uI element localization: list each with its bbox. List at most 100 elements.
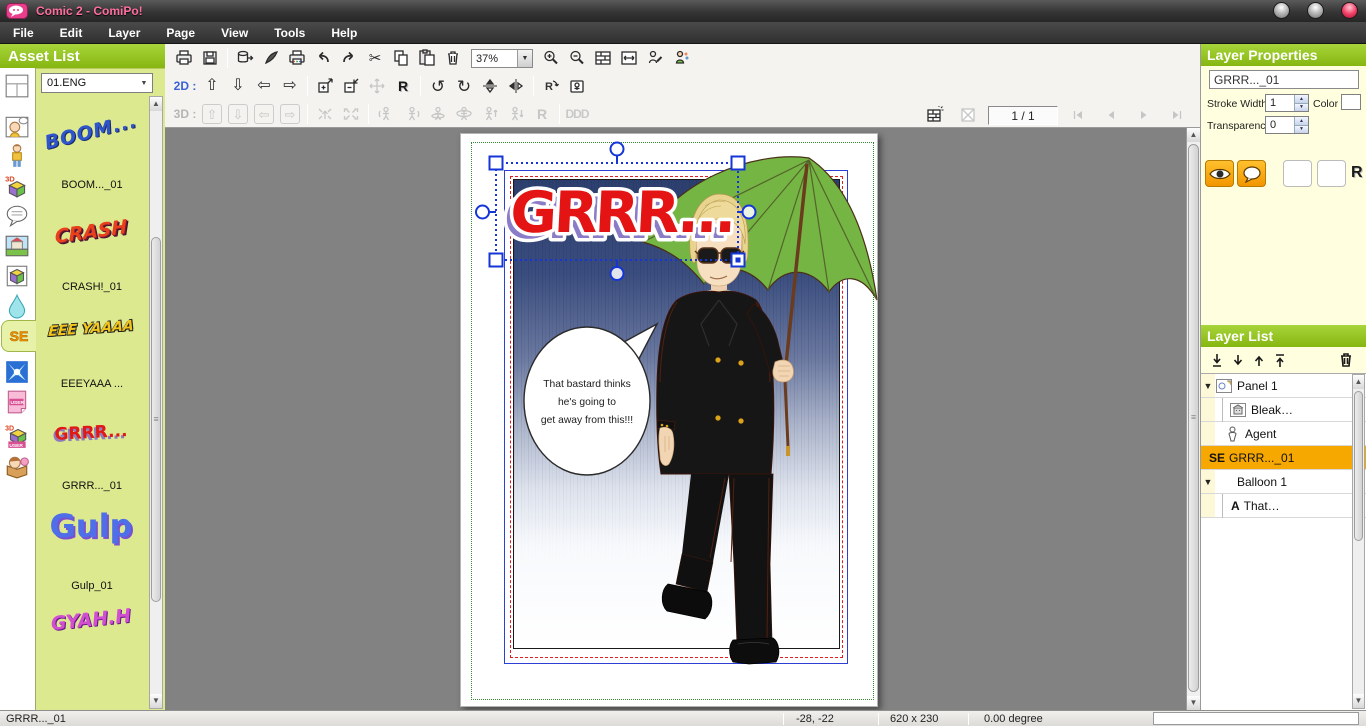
canvas-vertical-scrollbar[interactable]: ▲ ≡ ▼ [1186,128,1200,710]
scroll-thumb[interactable]: ≡ [1188,144,1199,692]
scroll-up-icon[interactable]: ▲ [1353,375,1364,389]
spin-down-icon[interactable]: ▼ [1295,104,1308,112]
scroll-down-icon[interactable]: ▼ [150,694,162,708]
move-up-2d-button[interactable]: ⇧ [199,74,225,98]
transparency-spin-buttons[interactable]: ▲▼ [1294,117,1308,133]
tab-sound-effect[interactable]: SE [1,320,36,352]
tab-effect-drop[interactable] [2,292,32,320]
menu-help[interactable]: Help [318,22,370,44]
pose-turn-button[interactable] [425,102,451,126]
move-left-2d-button[interactable]: ⇦ [251,74,277,98]
move-left-3d-button[interactable]: ⇦ [254,104,274,124]
resize-handle-topleft[interactable] [490,157,503,170]
pose-rotate-right-button[interactable] [399,102,425,126]
layer-list-scrollbar[interactable]: ▲ ▼ [1352,374,1365,709]
asset-label-boom[interactable]: BOOM..._01 [36,179,148,191]
scale-down-3d-button[interactable] [338,102,364,126]
select-tool-button[interactable] [258,46,284,70]
flip-vertical-button[interactable] [477,74,503,98]
menu-page[interactable]: Page [153,22,208,44]
export-button[interactable] [232,46,258,70]
rotate-handle-top[interactable] [611,143,624,156]
layer-row-bleak[interactable]: Bleak… [1201,398,1366,422]
spin-down-icon[interactable]: ▼ [1295,126,1308,134]
menu-tools[interactable]: Tools [261,22,318,44]
prev-page-button[interactable] [1098,103,1124,127]
character-color-button[interactable] [668,46,694,70]
scroll-down-icon[interactable]: ▼ [1353,694,1364,708]
scroll-thumb[interactable]: ≡ [151,237,161,602]
fit-width-button[interactable] [616,46,642,70]
add-page-button[interactable] [922,103,948,127]
resize-handle-topright[interactable] [732,157,745,170]
tab-user-2d[interactable]: USER [2,388,32,416]
onion-skin-button[interactable]: DDD [564,102,590,126]
layer-name-field[interactable]: GRRR..._01 [1209,70,1359,89]
pose-lower-button[interactable] [503,102,529,126]
expand-icon[interactable]: ▼ [1201,477,1215,487]
stroke-width-stepper[interactable]: 1 ▲▼ [1265,94,1309,112]
character-edit-button[interactable] [642,46,668,70]
rotate-ccw-button[interactable]: ↺ [425,74,451,98]
tab-item[interactable] [2,262,32,290]
maximize-button[interactable] [1307,2,1324,19]
flip-horizontal-button[interactable] [503,74,529,98]
menu-layer[interactable]: Layer [95,22,153,44]
scroll-up-icon[interactable]: ▲ [1187,128,1200,142]
move-right-2d-button[interactable]: ⇨ [277,74,303,98]
delete-button[interactable] [440,46,466,70]
move-up-3d-button[interactable]: ⇧ [202,104,222,124]
undo-button[interactable] [310,46,336,70]
asset-art-crash[interactable]: CRASH [36,213,146,250]
next-page-button[interactable] [1131,103,1157,127]
cut-button[interactable]: ✂ [362,46,388,70]
layer-row-grrr[interactable]: SE GRRR..._01 [1201,446,1366,470]
shrink-2d-button[interactable] [338,74,364,98]
reset-2d-button[interactable]: R [390,74,416,98]
scroll-up-icon[interactable]: ▲ [150,97,162,111]
layer-row-agent[interactable]: Agent [1201,422,1366,446]
pattern-button[interactable] [1283,160,1312,187]
transparency-stepper[interactable]: 0 ▲▼ [1265,116,1309,134]
layer-row-panel1[interactable]: ▼ Panel 1 [1201,374,1366,398]
scale-up-3d-button[interactable] [312,102,338,126]
first-page-button[interactable] [1065,103,1091,127]
comic-page[interactable]: That bastard thinks he's going to get aw… [460,133,878,707]
rotate-reset-button[interactable]: R [538,74,564,98]
rotate-cw-button[interactable]: ↻ [451,74,477,98]
close-button[interactable] [1341,2,1358,19]
zoom-in-button[interactable] [538,46,564,70]
resize-handle-bottomleft[interactable] [490,254,503,267]
zoom-select[interactable]: 37% ▼ [471,49,533,68]
move-up-button[interactable] [1253,353,1265,368]
menu-edit[interactable]: Edit [47,22,96,44]
asset-label-gulp[interactable]: Gulp_01 [36,580,148,592]
tab-panel-layout[interactable] [2,72,32,100]
visibility-toggle-button[interactable] [1205,160,1234,187]
tab-character-parts[interactable] [2,452,32,480]
delete-page-button[interactable] [955,103,981,127]
zoom-dropdown-arrow-icon[interactable]: ▼ [517,50,532,67]
menu-file[interactable]: File [0,22,47,44]
asset-list-scrollbar[interactable]: ▲ ≡ ▼ [149,96,163,709]
menu-view[interactable]: View [208,22,261,44]
layer-row-balloon1[interactable]: ▼ Balloon 1 [1201,470,1366,494]
selection-overlay[interactable] [461,134,879,708]
move-free-2d-button[interactable] [364,74,390,98]
rotate-handle-left[interactable] [476,206,489,219]
tab-effect-burst[interactable] [2,358,32,386]
pose-rotate-left-button[interactable] [373,102,399,126]
panel-layout-button[interactable] [590,46,616,70]
asset-art-eeeyaaa[interactable]: EEE YAAAA [36,317,147,341]
move-to-bottom-button[interactable] [1211,353,1223,368]
asset-art-gulp[interactable]: Gulp [36,507,146,545]
zoom-out-button[interactable] [564,46,590,70]
canvas-area[interactable]: That bastard thinks he's going to get aw… [165,128,1200,710]
pose-spin-button[interactable] [451,102,477,126]
expand-icon[interactable]: ▼ [1201,381,1215,391]
move-down-2d-button[interactable]: ⇩ [225,74,251,98]
scroll-thumb[interactable] [1354,391,1363,541]
open-button[interactable] [171,46,197,70]
minimize-button[interactable] [1273,2,1290,19]
tab-background[interactable] [2,232,32,260]
